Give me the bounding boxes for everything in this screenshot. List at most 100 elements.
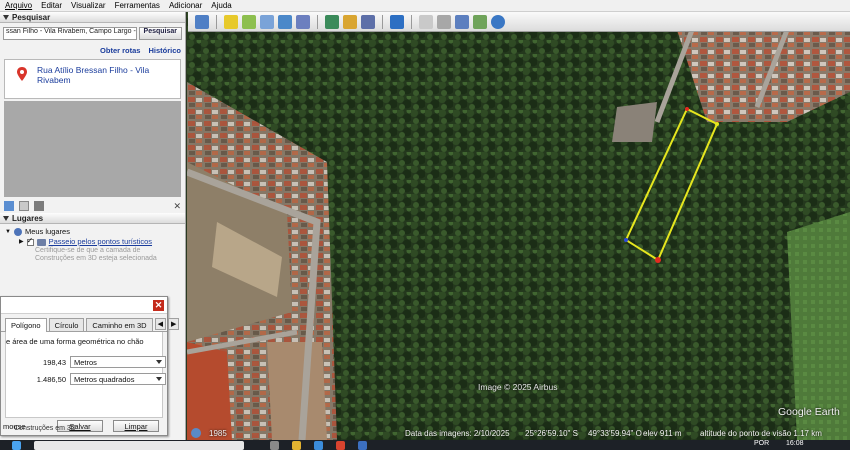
clock[interactable]: 16:08 (786, 440, 804, 447)
search-input[interactable]: ssan Filho - Vila Rivabem, Campo Largo -… (3, 26, 137, 40)
map-status-bar: 1985 Data das imagens: 2/10/2025 25°26'5… (188, 427, 850, 440)
collapse-icon (3, 14, 9, 20)
polygon-vertex[interactable] (624, 238, 628, 242)
tab-polygon[interactable]: Polígono (5, 318, 47, 332)
view-in-maps-icon[interactable] (473, 14, 487, 29)
language-indicator[interactable]: POR (754, 440, 769, 447)
search-results-area (4, 101, 181, 197)
chevron-down-icon (156, 377, 162, 381)
search-row: ssan Filho - Vila Rivabem, Campo Largo -… (3, 26, 182, 40)
placemark-icon[interactable] (224, 14, 238, 29)
dialog-titlebar[interactable]: ✕ (1, 297, 167, 314)
perimeter-value: 198,43 (43, 357, 66, 367)
get-directions-link[interactable]: Obter rotas (100, 46, 140, 55)
polygon-icon[interactable] (242, 14, 256, 29)
tab-scroll-right-icon[interactable]: ▶ (167, 318, 180, 330)
tour-hint: Certifique-se de que a camada de Constru… (35, 247, 157, 262)
sunlight-icon[interactable] (343, 14, 357, 29)
perimeter-row: 198,43 Metros (6, 356, 166, 368)
toolbar-divider (216, 14, 217, 29)
chevron-down-icon (156, 360, 162, 364)
menu-editar[interactable]: Editar (41, 1, 62, 10)
search-panel-title: Pesquisar (12, 12, 51, 22)
dialog-description: e área de uma forma geométrica no chão (6, 337, 144, 346)
imagery-credit: Image © 2025 Airbus (478, 382, 558, 392)
file-explorer-icon[interactable] (292, 441, 301, 450)
historical-imagery-icon[interactable] (325, 14, 339, 29)
imagery-year: 1985 (209, 429, 227, 438)
collapse-icon: ▼ (5, 229, 11, 235)
search-button[interactable]: Pesquisar (138, 26, 182, 40)
path-icon[interactable] (260, 14, 274, 29)
menu-adicionar[interactable]: Adicionar (169, 1, 202, 10)
earth-taskbar-icon[interactable] (358, 441, 367, 450)
map-pin-icon (17, 67, 27, 81)
record-tour-icon[interactable] (296, 14, 310, 29)
folder-icon (36, 238, 46, 246)
toolbar-divider (411, 14, 412, 29)
area-unit-select[interactable]: Metros quadrados (70, 373, 166, 385)
menu-bar: Arquivo Editar Visualizar Ferramentas Ad… (0, 0, 850, 12)
polygon-vertex[interactable] (655, 257, 661, 263)
toolbar-divider (382, 14, 383, 29)
compass-icon[interactable] (191, 428, 201, 438)
print-icon[interactable] (437, 14, 451, 29)
satellite-image[interactable] (187, 12, 850, 440)
email-icon[interactable] (419, 14, 433, 29)
copy-icon[interactable] (19, 201, 29, 211)
longitude: 49°33'59.94" O (588, 429, 642, 438)
elevation: elev 911 m (643, 429, 682, 438)
tour-checkbox[interactable] (26, 236, 34, 246)
chrome-icon[interactable] (336, 441, 345, 450)
places-panel-header[interactable]: Lugares (0, 213, 185, 224)
ruler-dialog: ✕ Polígono Círculo Caminho em 3D ◀ ▶ e á… (0, 296, 180, 436)
search-result[interactable]: Rua Atílio Bressan Filho - Vila Rivabem (4, 59, 181, 99)
windows-taskbar: POR 16:08 (0, 440, 850, 450)
taskbar-search[interactable] (34, 441, 244, 450)
polygon-vertex[interactable] (685, 107, 689, 111)
search-panel-header[interactable]: Pesquisar (0, 12, 185, 23)
globe-icon (13, 228, 22, 236)
tour-link[interactable]: Passeio pelos pontos turísticos (49, 237, 152, 247)
perimeter-unit-select[interactable]: Metros (70, 356, 166, 368)
print-icon[interactable] (34, 201, 44, 211)
toolbar-divider (317, 14, 318, 29)
planets-icon[interactable] (361, 14, 375, 29)
dialog-body: e área de uma forma geométrica no chão 1… (5, 332, 166, 418)
map-toolbar (188, 12, 850, 32)
places-toolbar: ✕ (0, 199, 185, 213)
earth-icon[interactable] (491, 14, 505, 29)
imagery-date: Data das imagens: 2/10/2025 (405, 429, 510, 438)
collapse-icon (3, 215, 9, 221)
ruler-icon[interactable] (390, 14, 404, 29)
task-view-icon[interactable] (270, 441, 279, 450)
places-tree: ▼ Meus lugares ▶ Passeio pelos pontos tu… (0, 224, 185, 266)
layer-3d-buildings[interactable]: Construções em 3D (0, 425, 186, 432)
tab-3d-path[interactable]: Caminho em 3D (86, 318, 153, 331)
dialog-tabs: Polígono Círculo Caminho em 3D ◀ ▶ (1, 314, 180, 332)
image-overlay-icon[interactable] (278, 14, 292, 29)
close-icon[interactable]: ✕ (173, 201, 181, 212)
edge-icon[interactable] (314, 441, 323, 450)
map-view[interactable] (187, 12, 850, 440)
tab-circle[interactable]: Círculo (48, 318, 85, 331)
close-icon[interactable]: ✕ (153, 300, 164, 311)
save-image-icon[interactable] (455, 14, 469, 29)
polygon-vertex[interactable] (715, 122, 719, 126)
menu-ferramentas[interactable]: Ferramentas (115, 1, 160, 10)
area-row: 1.486,50 Metros quadrados (6, 373, 166, 385)
places-panel-title: Lugares (12, 213, 44, 223)
history-link[interactable]: Histórico (148, 46, 181, 55)
search-result-text: Rua Atílio Bressan Filho - Vila Rivabem (37, 65, 150, 85)
area-unit-label: Metros quadrados (74, 374, 135, 384)
menu-visualizar[interactable]: Visualizar (71, 1, 106, 10)
start-icon[interactable] (12, 441, 21, 450)
perimeter-unit-label: Metros (74, 357, 97, 367)
menu-ajuda[interactable]: Ajuda (211, 1, 231, 10)
eye-altitude: altitude do ponto de visão 1.17 km (700, 429, 822, 438)
add-folder-icon[interactable] (4, 201, 14, 211)
tab-scroll-left-icon[interactable]: ◀ (154, 318, 166, 330)
sidebar-toggle-icon[interactable] (195, 14, 209, 29)
tour-row[interactable]: ▶ Passeio pelos pontos turísticos (5, 236, 180, 247)
menu-arquivo[interactable]: Arquivo (5, 1, 32, 10)
